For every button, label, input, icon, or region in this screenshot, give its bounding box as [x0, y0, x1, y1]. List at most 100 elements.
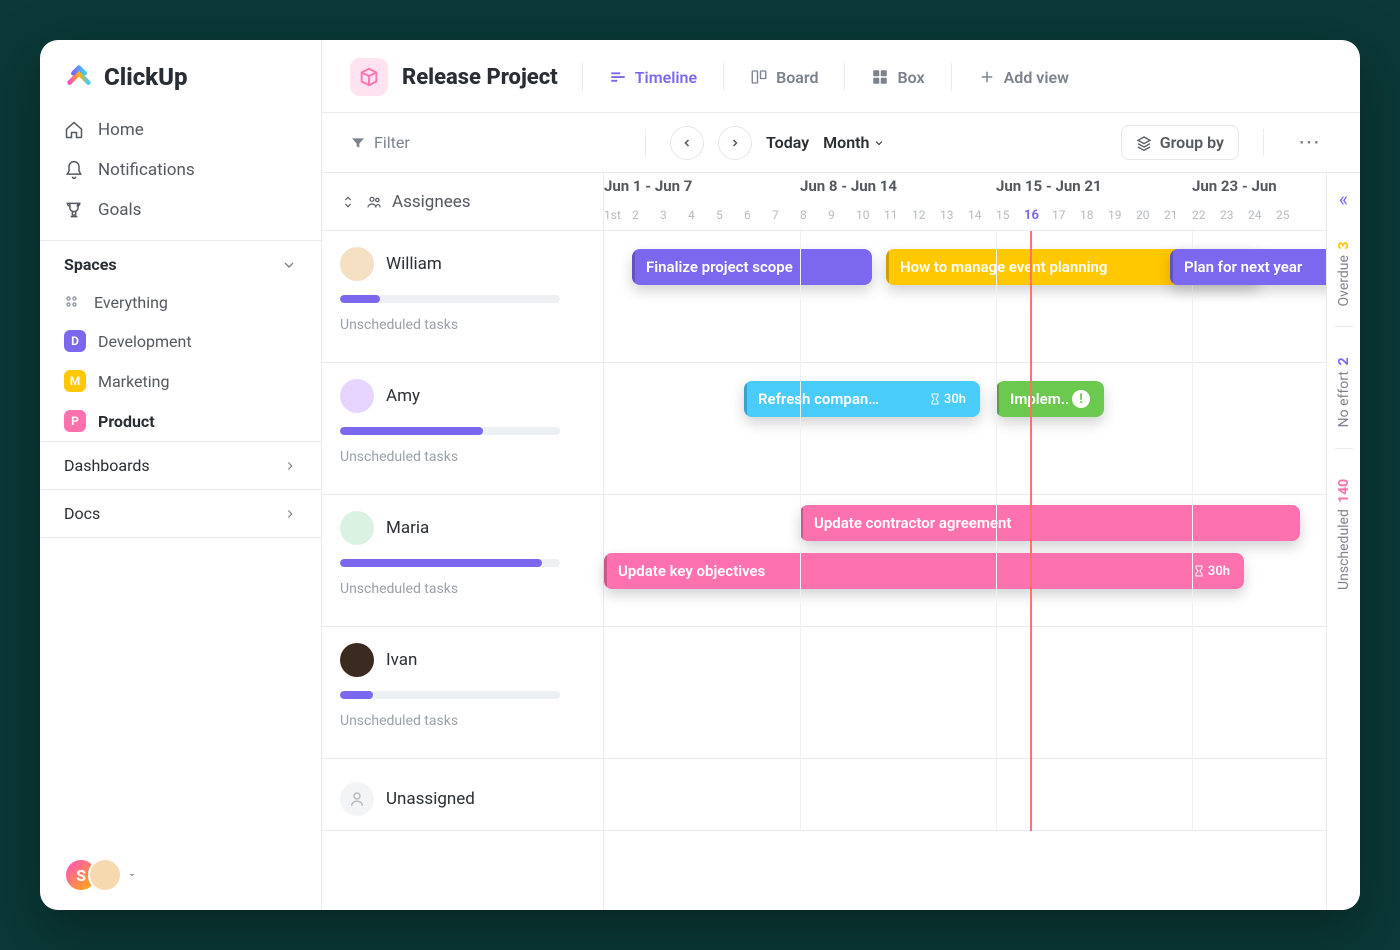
view-tab-box-label: Box — [897, 68, 924, 87]
nav-notifications-label: Notifications — [98, 160, 195, 180]
rail-overdue[interactable]: Overdue 3 — [1336, 241, 1352, 306]
unassigned-row[interactable]: Unassigned — [322, 759, 603, 831]
task-label: Implem.. — [1010, 390, 1069, 408]
week-label: Jun 23 - Jun — [1192, 177, 1277, 195]
user-avatar-stack[interactable]: S — [64, 858, 122, 892]
chevron-left-icon — [681, 137, 693, 149]
dashboards-section[interactable]: Dashboards — [40, 441, 321, 489]
task-bar[interactable]: Finalize project scope — [632, 249, 872, 285]
layers-icon — [1136, 135, 1152, 151]
task-label: Plan for next year — [1184, 258, 1302, 276]
assignee-avatar — [340, 247, 374, 281]
today-line: Plan for next year30hImplem..! — [1030, 231, 1032, 831]
day-label: 15 — [996, 208, 1010, 222]
task-bar[interactable]: Implem..! — [996, 381, 1104, 417]
spaces-header-label: Spaces — [64, 255, 117, 274]
task-label: Finalize project scope — [646, 258, 793, 276]
more-button[interactable]: ⋯ — [1288, 130, 1332, 155]
space-item-marketing[interactable]: MMarketing — [40, 361, 321, 401]
nav-home[interactable]: Home — [40, 110, 321, 150]
board-icon — [750, 68, 768, 86]
unscheduled-tasks-link[interactable]: Unscheduled tasks — [340, 449, 585, 465]
day-label: 2 — [632, 208, 639, 222]
unscheduled-tasks-link[interactable]: Unscheduled tasks — [340, 581, 585, 597]
unscheduled-tasks-link[interactable]: Unscheduled tasks — [340, 317, 585, 333]
next-button[interactable] — [718, 126, 752, 160]
nav-goals[interactable]: Goals — [40, 190, 321, 230]
day-label: 1st — [604, 208, 621, 222]
gantt-chart[interactable]: Jun 1 - Jun 7Jun 8 - Jun 14Jun 15 - Jun … — [604, 173, 1360, 910]
day-label: 25 — [1276, 208, 1290, 222]
space-badge: M — [64, 370, 86, 392]
day-label: 23 — [1220, 208, 1234, 222]
task-label: Update key objectives — [618, 562, 765, 580]
assignee-column-header[interactable]: Assignees — [322, 173, 603, 231]
assignee-column: Assignees William Unscheduled tasks Amy … — [322, 173, 604, 910]
scale-selector[interactable]: Month — [823, 133, 885, 152]
view-tab-box[interactable]: Box — [869, 64, 926, 91]
view-tab-board[interactable]: Board — [748, 64, 820, 91]
rail-unscheduled[interactable]: Unscheduled 140 — [1336, 479, 1352, 590]
box-view-icon — [871, 68, 889, 86]
home-icon — [64, 120, 84, 140]
prev-button[interactable] — [670, 126, 704, 160]
assignee-row[interactable]: Maria Unscheduled tasks — [322, 495, 603, 627]
brand-name: ClickUp — [104, 63, 188, 91]
sidebar-footer[interactable]: S — [40, 840, 321, 910]
filter-button[interactable]: Filter — [350, 133, 410, 152]
docs-section[interactable]: Docs — [40, 489, 321, 538]
sidebar: ClickUp Home Notifications Goals Spaces … — [40, 40, 322, 910]
space-badge: P — [64, 410, 86, 432]
assignee-row[interactable]: Amy Unscheduled tasks — [322, 363, 603, 495]
gantt-row: Update contractor agreement Update key ob… — [604, 495, 1360, 627]
nav-notifications[interactable]: Notifications — [40, 150, 321, 190]
people-icon — [366, 194, 382, 210]
task-bar[interactable]: Update key objectives30h — [604, 553, 1244, 589]
assignee-row[interactable]: William Unscheduled tasks — [322, 231, 603, 363]
filter-label: Filter — [374, 133, 410, 152]
space-everything[interactable]: Everything — [40, 284, 321, 321]
chevron-right-icon — [283, 459, 297, 473]
view-tab-timeline[interactable]: Timeline — [607, 64, 699, 91]
nav-home-label: Home — [98, 120, 144, 140]
space-item-development[interactable]: DDevelopment — [40, 321, 321, 361]
space-item-product[interactable]: P Product — [40, 401, 321, 441]
space-label: Product — [98, 412, 155, 431]
unassigned-label: Unassigned — [386, 789, 475, 809]
toolbar: Filter Today Month Group by ⋯ — [322, 113, 1360, 173]
add-view-button[interactable]: Add view — [976, 64, 1071, 91]
trophy-icon — [64, 200, 84, 220]
add-view-label: Add view — [1004, 68, 1069, 87]
view-tab-board-label: Board — [776, 68, 818, 87]
dashboards-label: Dashboards — [64, 456, 150, 475]
week-label: Jun 1 - Jun 7 — [604, 177, 692, 195]
project-icon[interactable] — [350, 58, 388, 96]
task-bar[interactable]: Refresh compan…30h — [744, 381, 980, 417]
today-button[interactable]: Today — [766, 133, 809, 152]
task-label: How to manage event planning — [900, 258, 1107, 276]
rail-no-effort[interactable]: No effort 2 — [1336, 357, 1352, 427]
group-by-button[interactable]: Group by — [1121, 125, 1239, 160]
assignee-row[interactable]: Ivan Unscheduled tasks — [322, 627, 603, 759]
progress-bar — [340, 691, 560, 699]
gantt-header: Jun 1 - Jun 7Jun 8 - Jun 14Jun 15 - Jun … — [604, 173, 1360, 231]
day-label: 20 — [1136, 208, 1150, 222]
progress-bar — [340, 295, 560, 303]
box-icon — [358, 66, 380, 88]
spaces-header[interactable]: Spaces — [40, 241, 321, 284]
day-label: 12 — [912, 208, 926, 222]
task-bar[interactable]: Update contractor agreement — [800, 505, 1300, 541]
brand-logo[interactable]: ClickUp — [40, 40, 321, 110]
unscheduled-tasks-link[interactable]: Unscheduled tasks — [340, 713, 585, 729]
user-avatar — [88, 858, 122, 892]
day-label: 21 — [1164, 208, 1178, 222]
chevron-down-icon — [873, 137, 885, 149]
project-title: Release Project — [402, 65, 558, 90]
project-header: Release Project Timeline Board Box Add v… — [322, 40, 1360, 113]
day-label: 19 — [1108, 208, 1122, 222]
collapse-rail-button[interactable]: « — [1339, 187, 1348, 211]
group-by-label: Group by — [1160, 133, 1224, 152]
day-label: 6 — [744, 208, 751, 222]
gantt-row: Refresh compan…30h Implem..! — [604, 363, 1360, 495]
day-label: 9 — [828, 208, 835, 222]
